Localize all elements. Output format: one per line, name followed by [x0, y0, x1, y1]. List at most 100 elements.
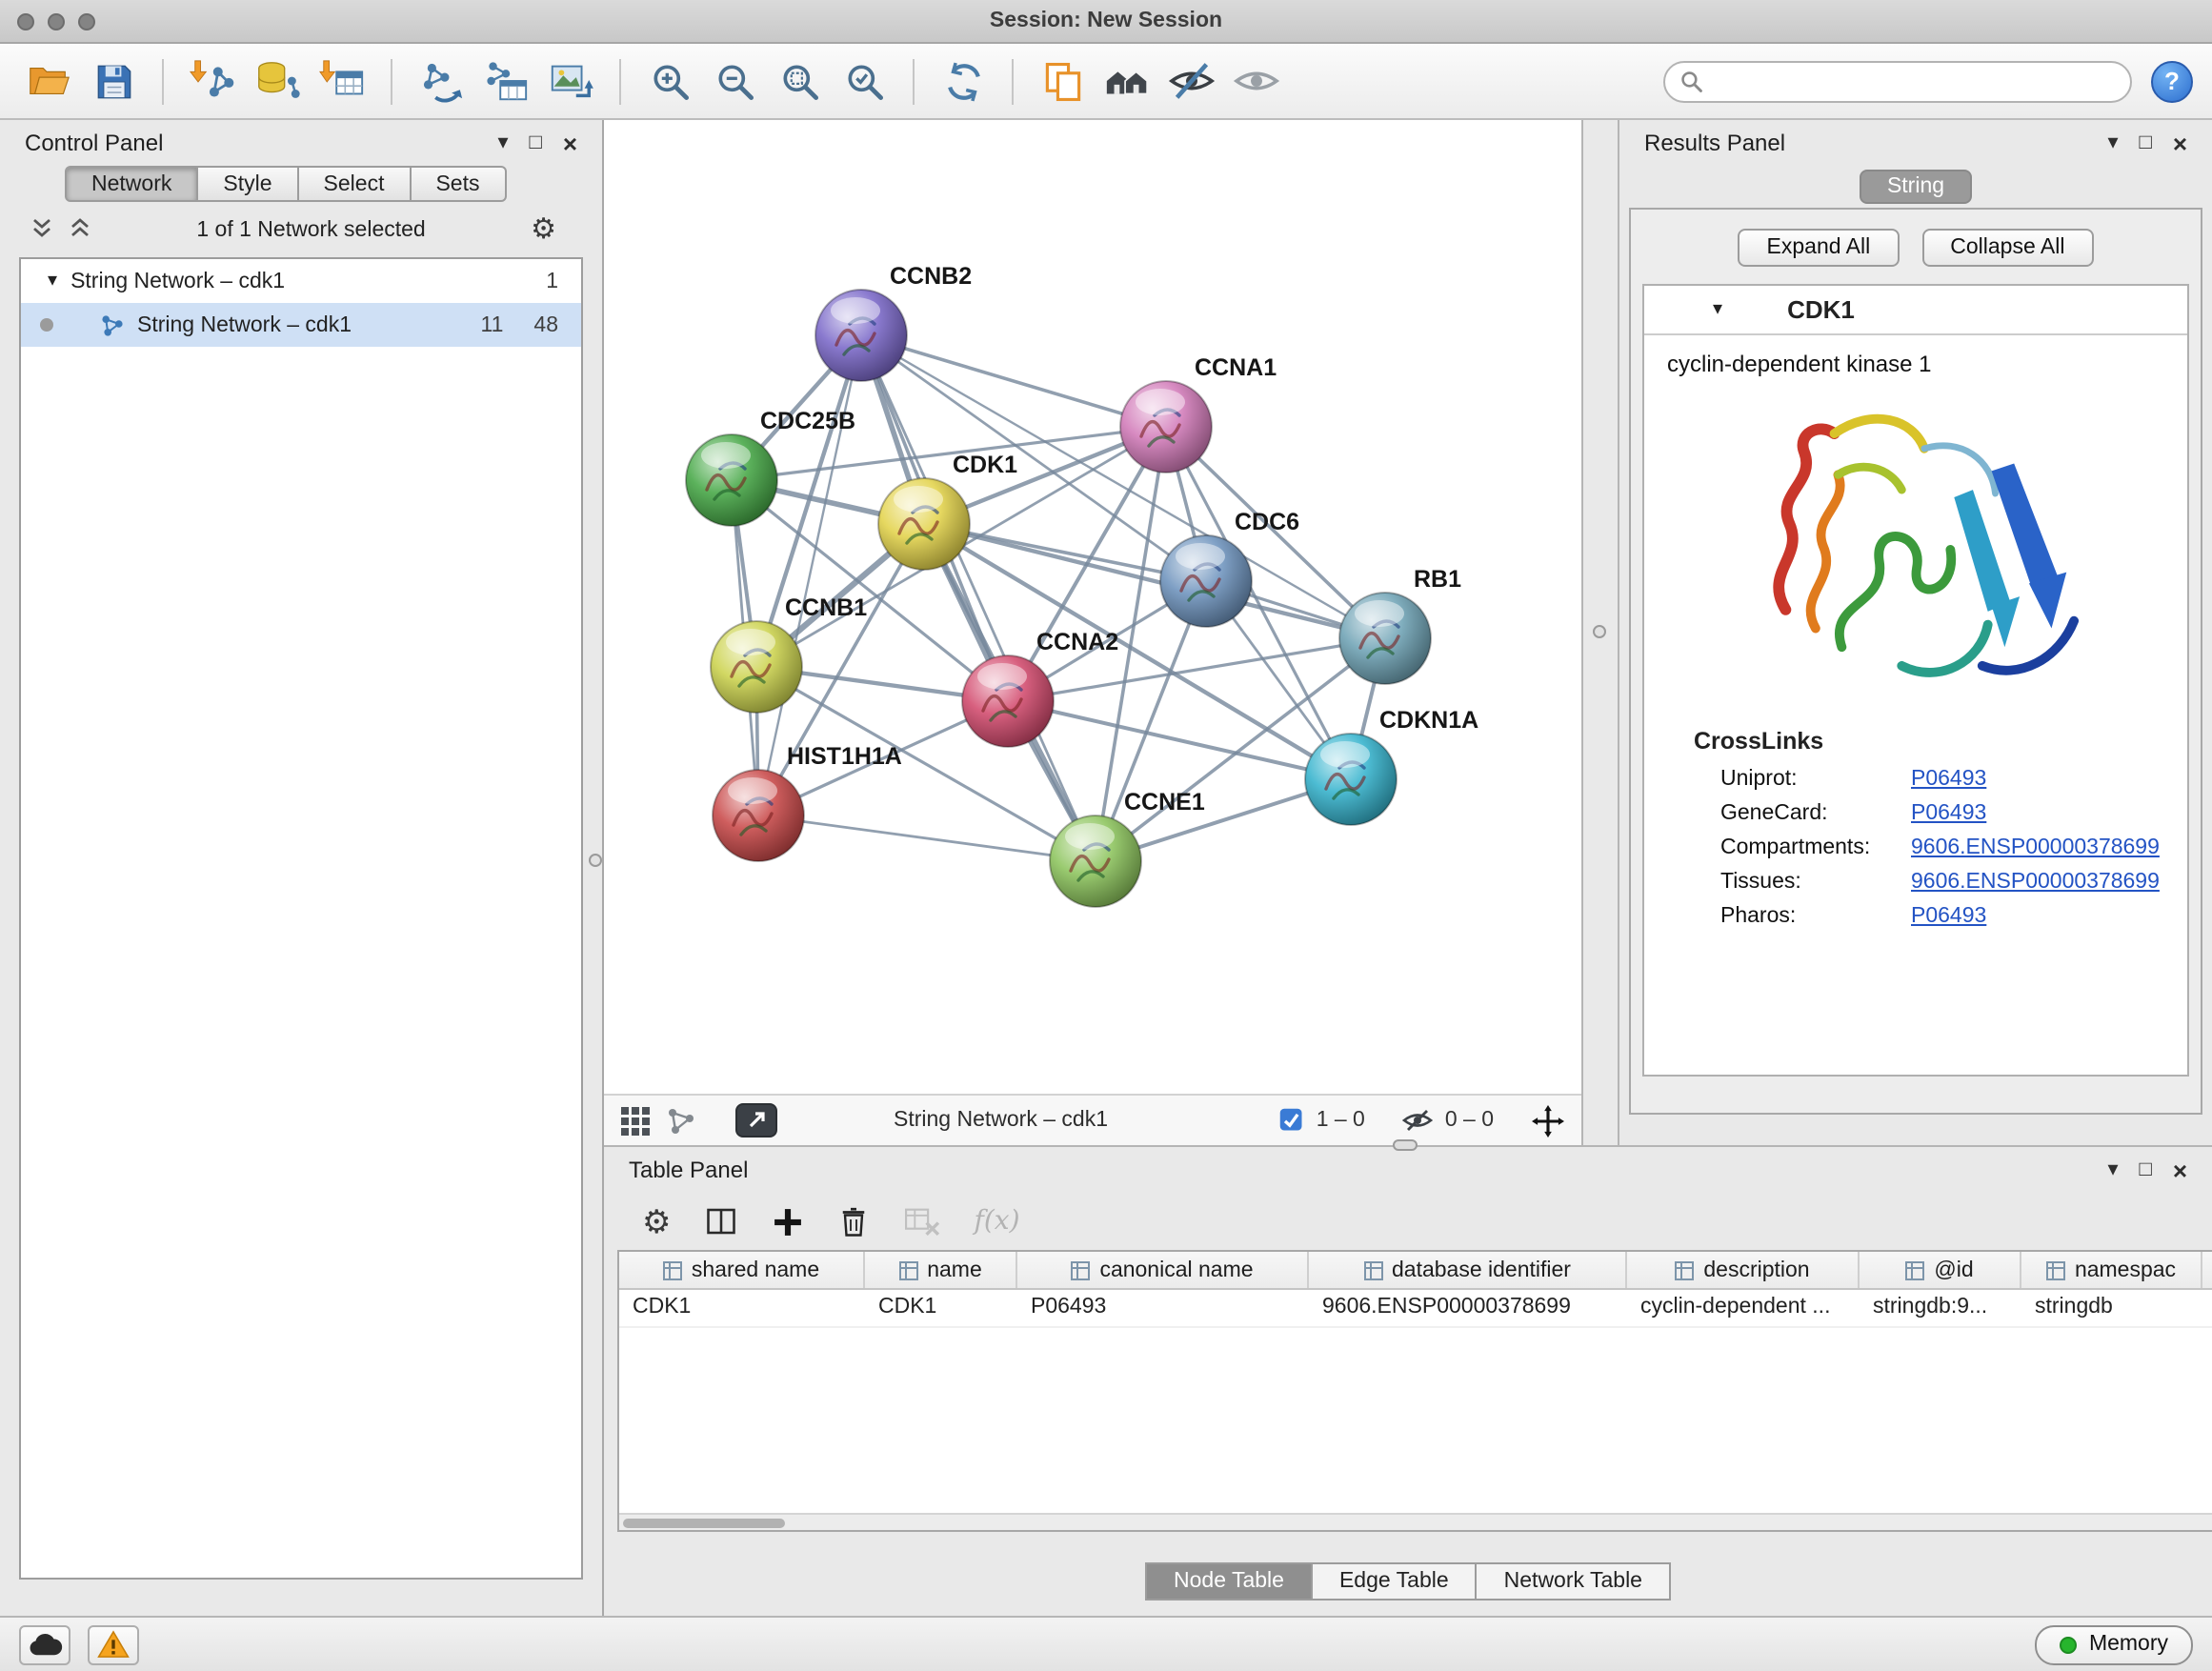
import-network-from-file-button[interactable] [183, 50, 242, 111]
annotations-button[interactable] [1033, 50, 1092, 111]
save-session-button[interactable] [84, 50, 143, 111]
string-home-button[interactable] [1097, 50, 1156, 111]
export-image-button[interactable] [541, 50, 600, 111]
search-box[interactable] [1663, 60, 2132, 102]
network-edge-ccnb2-ccna1[interactable] [861, 335, 1166, 427]
tab-string[interactable]: String [1860, 170, 1971, 204]
column-header-shared-name[interactable]: shared name [619, 1252, 865, 1288]
protein-entry-header[interactable]: ▾ CDK1 [1644, 286, 2187, 335]
vertical-splitter[interactable] [1583, 120, 1619, 1145]
table-cell-name[interactable]: CDK1 [865, 1290, 1017, 1326]
memory-button[interactable]: Memory [2036, 1624, 2193, 1664]
new-table-button[interactable] [476, 50, 535, 111]
tab-network[interactable]: Network [65, 166, 198, 202]
table-cell-id[interactable]: stringdb:9... [1860, 1290, 2021, 1326]
hide-selected-button[interactable] [1162, 50, 1221, 111]
refresh-network-button[interactable] [934, 50, 993, 111]
collapse-all-button[interactable]: Collapse All [1921, 229, 2093, 267]
import-network-from-database-button[interactable] [248, 50, 307, 111]
function-builder-button[interactable]: f(x) [975, 1206, 1020, 1237]
network-node-ccne1[interactable] [1050, 815, 1141, 907]
column-header-name[interactable]: name [865, 1252, 1017, 1288]
network-edge-ccnb2-ccne1[interactable] [861, 335, 1096, 861]
table-cell-database-identifier[interactable]: 9606.ENSP00000378699 [1309, 1290, 1627, 1326]
crosslink-link-uniprot[interactable]: P06493 [1911, 768, 1986, 791]
panel-menu-icon[interactable]: ▾ [497, 132, 508, 153]
horizontal-scrollbar[interactable] [619, 1513, 2212, 1530]
pan-crosshair-icon[interactable] [1532, 1104, 1564, 1137]
horizontal-splitter-knob[interactable] [1393, 1139, 1418, 1151]
network-options-gear-icon[interactable]: ⚙ [531, 215, 556, 244]
network-node-cdc25b[interactable] [686, 434, 777, 526]
network-node-ccnb2[interactable] [815, 290, 907, 381]
column-header-database-identifier[interactable]: database identifier [1309, 1252, 1627, 1288]
window-close-button[interactable] [17, 12, 34, 30]
cloud-status-button[interactable] [19, 1624, 70, 1664]
scrollbar-thumb[interactable] [623, 1519, 785, 1528]
tab-style[interactable]: Style [198, 166, 298, 202]
network-node-ccna2[interactable] [962, 655, 1054, 747]
crosslink-link-pharos[interactable]: P06493 [1911, 905, 1986, 928]
grid-view-icon[interactable] [621, 1106, 650, 1135]
network-collection-row[interactable]: ▾ String Network – cdk1 1 [21, 259, 581, 303]
table-cell-canonical-name[interactable]: P06493 [1017, 1290, 1309, 1326]
table-cell-description[interactable]: cyclin-dependent ... [1627, 1290, 1860, 1326]
help-button[interactable]: ? [2151, 60, 2193, 102]
delete-table-button[interactable] [904, 1204, 942, 1238]
open-in-browser-button[interactable] [735, 1103, 777, 1137]
network-node-cdc6[interactable] [1160, 535, 1252, 627]
expand-all-button[interactable]: Expand All [1739, 229, 1900, 267]
zoom-fit-button[interactable] [770, 50, 829, 111]
network-edge-hist1h1a-ccne1[interactable] [758, 815, 1096, 861]
network-canvas[interactable]: CCNB2CCNA1CDC25BCDK1CDC6RB1CCNB1CCNA2CDK… [604, 120, 1581, 1094]
entry-disclosure-icon[interactable]: ▾ [1713, 300, 1722, 319]
column-header-namespac[interactable]: namespac [2021, 1252, 2202, 1288]
zoom-out-button[interactable] [705, 50, 764, 111]
window-minimize-button[interactable] [48, 12, 65, 30]
network-edge-cdk1-rb1[interactable] [924, 524, 1385, 638]
tab-network-table[interactable]: Network Table [1478, 1562, 1671, 1601]
network-overview-icon[interactable] [667, 1106, 695, 1135]
new-network-button[interactable] [412, 50, 471, 111]
search-input[interactable] [1715, 70, 2115, 92]
zoom-selected-button[interactable] [835, 50, 894, 111]
network-node-cdkn1a[interactable] [1305, 734, 1397, 825]
tab-select[interactable]: Select [299, 166, 412, 202]
open-session-button[interactable] [19, 50, 78, 111]
network-node-ccna1[interactable] [1120, 381, 1212, 473]
network-row[interactable]: String Network – cdk1 11 48 [21, 303, 581, 347]
import-table-from-file-button[interactable] [312, 50, 372, 111]
column-header-id[interactable]: @id [1860, 1252, 2021, 1288]
control-panel-splitter-knob[interactable] [589, 854, 602, 867]
tab-edge-table[interactable]: Edge Table [1313, 1562, 1478, 1601]
panel-close-icon[interactable]: × [2173, 131, 2187, 155]
crosslink-link-compartments[interactable]: 9606.ENSP00000378699 [1911, 836, 2160, 859]
panel-float-icon[interactable]: □ [530, 132, 542, 153]
table-row[interactable]: CDK1CDK1P064939606.ENSP00000378699cyclin… [619, 1290, 2212, 1328]
tab-node-table[interactable]: Node Table [1145, 1562, 1313, 1601]
table-options-gear-icon[interactable]: ⚙ [642, 1205, 672, 1238]
column-header-canonical-name[interactable]: canonical name [1017, 1252, 1309, 1288]
network-node-hist1h1a[interactable] [713, 770, 804, 861]
zoom-in-button[interactable] [640, 50, 699, 111]
panel-close-icon[interactable]: × [2173, 1158, 2187, 1182]
table-cell-namespac[interactable]: stringdb [2021, 1290, 2202, 1326]
collapse-all-icon[interactable] [30, 216, 53, 243]
show-all-button[interactable] [1227, 50, 1286, 111]
splitter-knob[interactable] [1593, 625, 1606, 638]
crosslink-link-tissues[interactable]: 9606.ENSP00000378699 [1911, 871, 2160, 894]
column-header-description[interactable]: description [1627, 1252, 1860, 1288]
crosslink-link-genecard[interactable]: P06493 [1911, 802, 1986, 825]
network-node-ccnb1[interactable] [711, 621, 802, 713]
panel-menu-icon[interactable]: ▾ [2107, 1159, 2118, 1180]
table-cell-shared-name[interactable]: CDK1 [619, 1290, 865, 1326]
panel-float-icon[interactable]: □ [2140, 1159, 2152, 1180]
window-zoom-button[interactable] [78, 12, 95, 30]
network-edge-ccna2-cdkn1a[interactable] [1008, 701, 1351, 779]
panel-float-icon[interactable]: □ [2140, 132, 2152, 153]
panel-menu-icon[interactable]: ▾ [2107, 132, 2118, 153]
collection-disclosure-icon[interactable]: ▾ [48, 272, 57, 291]
network-node-rb1[interactable] [1339, 593, 1431, 684]
panel-close-icon[interactable]: × [563, 131, 577, 155]
tab-sets[interactable]: Sets [411, 166, 506, 202]
